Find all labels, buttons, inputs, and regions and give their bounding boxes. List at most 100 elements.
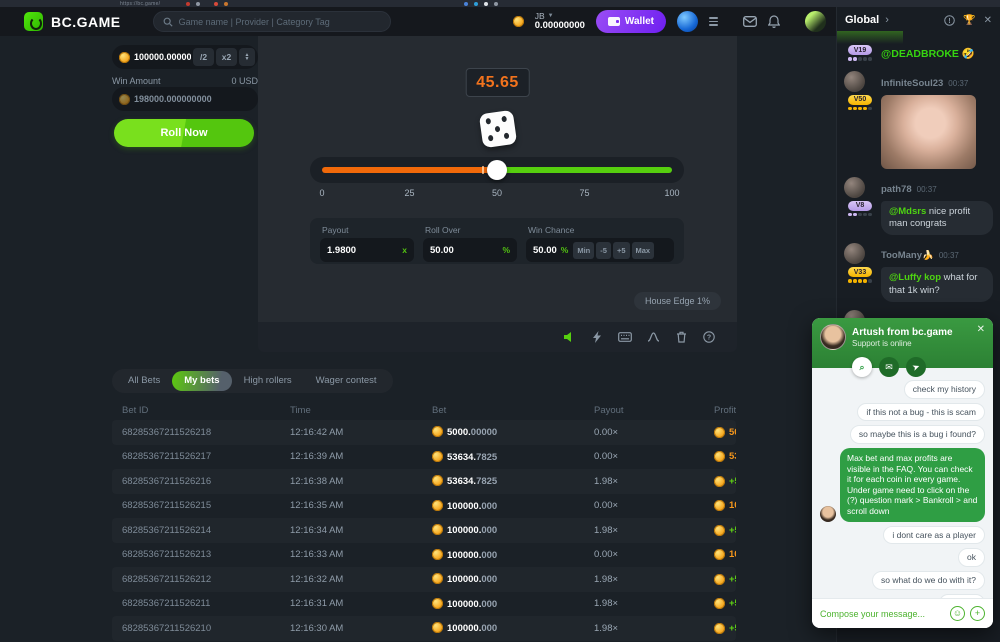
tab-high-rollers[interactable]: High rollers <box>232 369 304 393</box>
bet-payout: 1.98× <box>594 574 714 585</box>
roll-over-field[interactable]: 50.00 % <box>423 238 517 262</box>
messages-icon[interactable] <box>743 16 757 27</box>
sound-icon[interactable] <box>555 331 583 343</box>
mention-link[interactable]: @Mdsrs <box>889 206 929 217</box>
bets-table-body: 6828536721152621812:16:42 AM5000.000000.… <box>112 420 736 641</box>
chat-username[interactable]: InfiniteSoul23 <box>881 78 943 89</box>
chat-username[interactable]: TooMany🍌 <box>881 250 934 261</box>
roll-slider[interactable] <box>310 157 684 183</box>
min-button[interactable]: Min <box>573 242 594 259</box>
amount-stepper[interactable]: ▲▼ <box>239 48 255 66</box>
roll-result: 45.65 <box>465 68 530 97</box>
tab-my-bets[interactable]: My bets <box>172 371 231 391</box>
browser-extension-icon[interactable] <box>494 2 498 6</box>
wallet-label: Wallet <box>625 16 654 27</box>
minus5-button[interactable]: -5 <box>596 242 611 259</box>
bet-amount: 100000.000 <box>432 524 594 536</box>
help-icon[interactable]: ? <box>695 331 723 343</box>
support-message-user: ok <box>958 548 985 567</box>
browser-extension-icon[interactable] <box>214 2 218 6</box>
user-avatar[interactable] <box>677 11 698 32</box>
turbo-bet-icon[interactable] <box>583 331 611 343</box>
browser-extension-icon[interactable] <box>196 2 200 6</box>
table-row[interactable]: 6828536721152621612:16:38 AM53634.78251.… <box>112 469 736 494</box>
bet-time: 12:16:39 AM <box>290 451 432 462</box>
coin-icon <box>432 573 443 584</box>
double-bet-button[interactable]: x2 <box>216 48 237 66</box>
tab-all-bets[interactable]: All Bets <box>116 369 172 393</box>
chat-message-header: TooMany🍌00:37 <box>881 243 993 264</box>
hotkeys-keyboard-icon[interactable] <box>611 332 639 342</box>
payout-field[interactable]: 1.9800 x <box>320 238 414 262</box>
table-row[interactable]: 6828536721152621712:16:39 AM53634.78250.… <box>112 445 736 470</box>
search-input[interactable] <box>179 17 381 27</box>
support-message-agent: Max bet and max profits are visible in t… <box>840 448 985 522</box>
chat-message-header: path78 00:37 <box>881 177 993 198</box>
chat-message-header: InfiniteSoul2300:37 <box>881 71 993 92</box>
level-badge-column: V50 <box>844 95 876 169</box>
notifications-bell-icon[interactable] <box>768 15 780 28</box>
slider-handle[interactable] <box>487 160 507 180</box>
table-row[interactable]: 6828536721152621512:16:35 AM100000.0000.… <box>112 494 736 519</box>
chat-rules-icon[interactable]: ! <box>944 15 955 26</box>
browser-extension-icon[interactable] <box>186 2 190 6</box>
game-search[interactable] <box>153 11 391 32</box>
table-row[interactable]: 6828536721152621112:16:31 AM100000.0001.… <box>112 592 736 617</box>
chat-timestamp: 00:37 <box>917 185 937 194</box>
chat-username[interactable]: path78 <box>881 184 912 195</box>
col-payout: Payout <box>594 405 714 416</box>
live-stats-icon[interactable] <box>639 332 667 342</box>
chevron-right-icon[interactable]: › <box>885 14 889 26</box>
chat-image-crying-baby-gif[interactable] <box>881 95 976 169</box>
support-message-user: so maybe this is a bug i found? <box>850 425 985 444</box>
plus5-button[interactable]: +5 <box>613 242 630 259</box>
support-telegram-icon[interactable]: ➤ <box>903 354 929 380</box>
browser-extension-icon[interactable] <box>484 2 488 6</box>
max-button[interactable]: Max <box>632 242 655 259</box>
payout-unit: x <box>402 245 407 255</box>
chat-avatar[interactable] <box>844 71 865 92</box>
slider-track[interactable] <box>322 167 672 173</box>
support-email-icon[interactable]: ✉ <box>879 357 899 377</box>
half-bet-button[interactable]: /2 <box>193 48 214 66</box>
profile-menu-icon[interactable] <box>709 17 718 26</box>
attach-plus-icon[interactable]: + <box>970 606 985 621</box>
support-compose-input[interactable] <box>820 609 945 619</box>
table-row[interactable]: 6828536721152621212:16:32 AM100000.0001.… <box>112 567 736 592</box>
support-close-icon[interactable]: ✕ <box>977 324 985 335</box>
trophy-icon[interactable]: 🏆 <box>963 15 975 26</box>
bet-id: 68285367211526210 <box>122 623 290 634</box>
mention-link[interactable]: @Luffy kop <box>889 272 944 283</box>
table-row[interactable]: 6828536721152621012:16:30 AM100000.0001.… <box>112 616 736 641</box>
chat-avatar[interactable] <box>844 177 865 198</box>
level-badge: V33 <box>848 267 872 277</box>
clear-trash-icon[interactable] <box>667 331 695 343</box>
bet-parameters: Payout 1.9800 x Roll Over 50.00 % Win Ch… <box>310 218 684 264</box>
emoji-icon[interactable]: ☺ <box>950 606 965 621</box>
amount-input[interactable]: 100000.00000000 <box>134 52 191 62</box>
table-row[interactable]: 6828536721152621312:16:33 AM100000.0000.… <box>112 543 736 568</box>
coin-icon <box>432 426 443 437</box>
win-chance-field[interactable]: 50.00 % Min -5 +5 Max <box>526 238 674 262</box>
promo-avatar-icon[interactable] <box>805 11 826 32</box>
chat-avatar[interactable] <box>844 243 865 264</box>
chat-close-icon[interactable]: ✕ <box>984 15 992 26</box>
level-badge: V50 <box>848 95 872 105</box>
browser-extension-icon[interactable] <box>474 2 478 6</box>
browser-extension-icon[interactable] <box>464 2 468 6</box>
coin-icon <box>432 549 443 560</box>
browser-extension-icon[interactable] <box>224 2 228 6</box>
wallet-button[interactable]: Wallet <box>596 10 666 33</box>
coin-icon <box>714 623 725 634</box>
roll-now-button[interactable]: Roll Now <box>114 119 254 147</box>
scale-label: 100 <box>664 188 679 198</box>
support-search-icon[interactable]: ⌕ <box>852 357 872 377</box>
bc-game-logo[interactable]: BC.GAME <box>24 12 121 31</box>
table-row[interactable]: 6828536721152621812:16:42 AM5000.000000.… <box>112 420 736 445</box>
table-row[interactable]: 6828536721152621412:16:34 AM100000.0001.… <box>112 518 736 543</box>
roll-over-unit: % <box>502 245 510 255</box>
bet-payout: 0.00× <box>594 427 714 438</box>
chat-room-selector[interactable]: Global <box>845 14 879 26</box>
currency-selector[interactable]: JB▼ 0.00000000 <box>535 12 585 32</box>
tab-wager-contest[interactable]: Wager contest <box>304 369 389 393</box>
